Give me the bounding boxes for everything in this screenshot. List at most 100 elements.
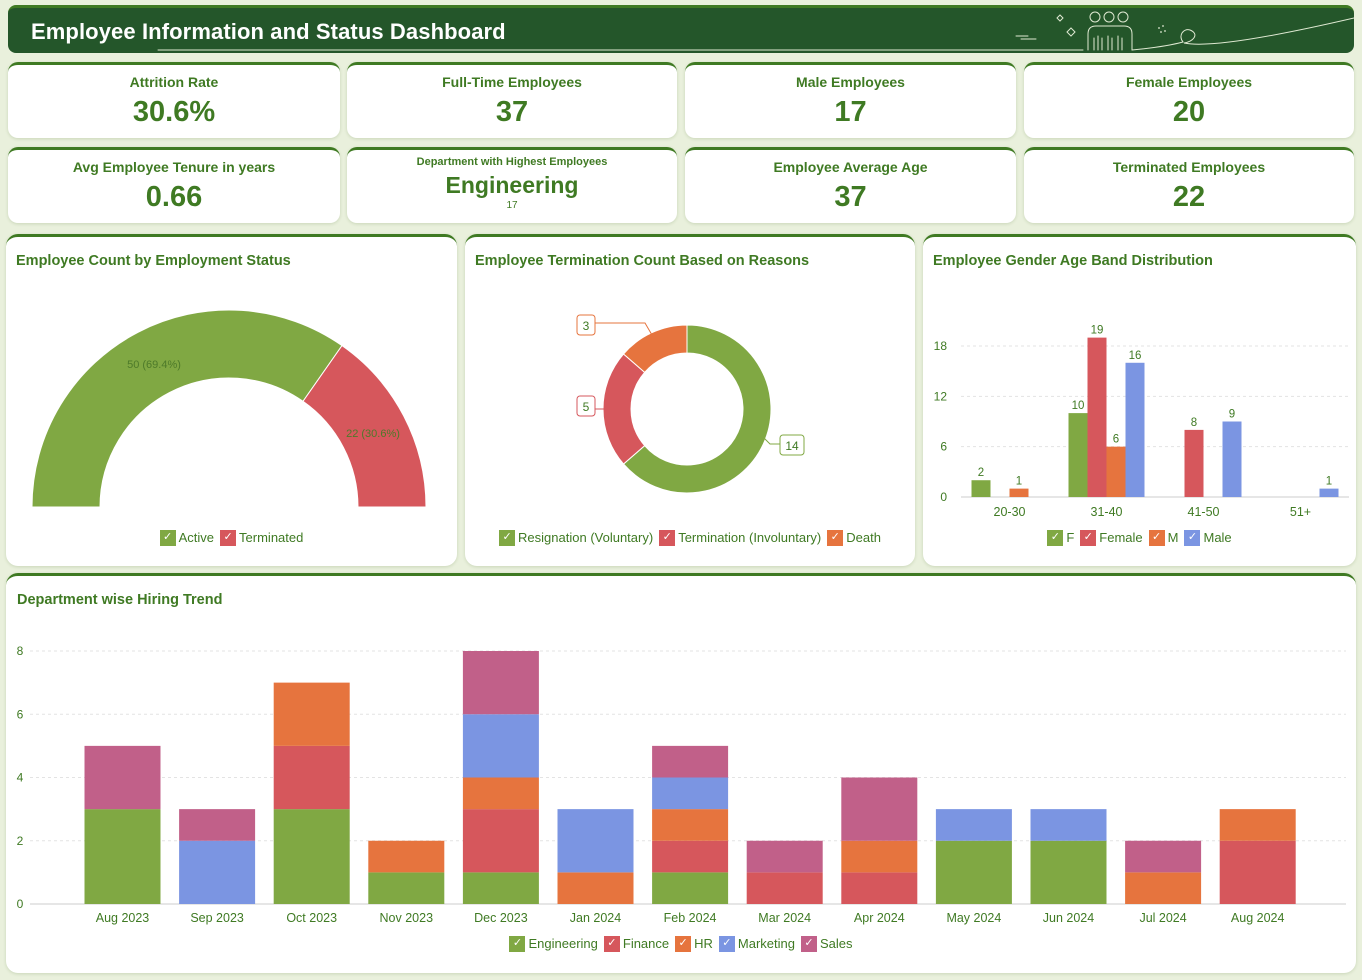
legend-item-death[interactable]: ✓ Death: [827, 529, 881, 546]
kpi-label: Female Employees: [1125, 74, 1253, 90]
legend-item-marketing[interactable]: ✓ Marketing: [718, 935, 795, 952]
data-label: 2: [978, 467, 984, 479]
x-tick-label: Jan 2024: [570, 911, 621, 925]
data-label: 50 (69.4%): [127, 359, 181, 371]
data-label: 1: [1016, 476, 1022, 488]
bar-f: [971, 480, 991, 497]
legend-item-finance[interactable]: ✓ Finance: [603, 935, 669, 952]
bar-segment-sales: [1125, 840, 1202, 873]
checkbox-icon[interactable]: ✓: [659, 529, 676, 546]
checkbox-icon[interactable]: ✓: [509, 935, 526, 952]
data-label: 5: [583, 400, 590, 414]
kpi-label: Terminated Employees: [1112, 159, 1266, 175]
legend-item-sales[interactable]: ✓ Sales: [800, 935, 853, 952]
bar-segment-hr: [1219, 809, 1296, 841]
checkbox-icon[interactable]: ✓: [827, 529, 844, 546]
gender-age-band-chart: 0 6 12 18 20-30 2 1 31-40 10 19 6 16 41-50 8 9 51+ 1: [934, 325, 1349, 519]
data-label: 8: [1191, 417, 1197, 429]
chart-legend: ✓ F ✓ Female ✓ M ✓ Male: [923, 528, 1356, 546]
legend-item-f[interactable]: ✓ F: [1047, 529, 1074, 546]
bar-segment-marketing: [1030, 809, 1107, 841]
kpi-avg-tenure: Avg Employee Tenure in years 0.66: [8, 147, 340, 223]
kpi-terminated-employees: Terminated Employees 22: [1024, 147, 1354, 223]
checkbox-icon[interactable]: ✓: [1184, 529, 1201, 546]
checkbox-icon[interactable]: ✓: [675, 935, 692, 952]
legend-label: Male: [1203, 530, 1232, 545]
legend-label: Engineering: [528, 936, 598, 951]
bar-segment-marketing: [462, 714, 539, 778]
kpi-male-employees: Male Employees 17: [685, 62, 1016, 138]
bar-segment-marketing: [935, 809, 1012, 841]
data-label: 16: [1129, 350, 1142, 362]
kpi-full-time-employees: Full-Time Employees 37: [347, 62, 677, 138]
bar-f: [1068, 413, 1088, 497]
kpi-label: Avg Employee Tenure in years: [72, 159, 276, 175]
legend-item-female[interactable]: ✓ Female: [1080, 529, 1143, 546]
legend-label: Termination (Involuntary): [678, 530, 822, 545]
dashboard-header: Employee Information and Status Dashboar…: [8, 5, 1354, 53]
y-tick-label: 12: [934, 389, 948, 403]
bar-segment-engineering: [652, 872, 729, 904]
bar-segment-hr: [841, 840, 918, 873]
bar-male: [1319, 488, 1339, 497]
y-tick-label: 6: [17, 707, 24, 721]
data-label: 1: [1326, 476, 1332, 488]
x-tick-label: Jun 2024: [1043, 911, 1094, 925]
legend-label: Female: [1099, 530, 1143, 545]
bar-segment-hr: [368, 840, 445, 873]
bar-segment-engineering: [935, 840, 1012, 904]
x-tick-label: 41-50: [1188, 505, 1220, 519]
legend-label: M: [1167, 530, 1179, 545]
bar-m: [1106, 446, 1126, 497]
bar-segment-finance: [1219, 840, 1296, 904]
legend-item-hr[interactable]: ✓ HR: [675, 935, 713, 952]
bar-male: [1125, 362, 1145, 497]
checkbox-icon[interactable]: ✓: [1047, 529, 1064, 546]
checkbox-icon[interactable]: ✓: [220, 529, 237, 546]
kpi-value: 22: [1172, 181, 1206, 213]
kpi-value: 37: [834, 181, 867, 213]
page-title: Employee Information and Status Dashboar…: [31, 19, 506, 44]
x-tick-label: 20-30: [994, 505, 1026, 519]
bar-male: [1222, 421, 1242, 497]
kpi-value: 0.66: [145, 181, 203, 213]
bar-m: [1009, 488, 1029, 497]
legend-item-resignation-voluntary[interactable]: ✓ Resignation (Voluntary): [499, 529, 653, 546]
bar-segment-finance: [462, 809, 539, 873]
bar-segment-engineering: [1030, 840, 1107, 904]
bar-segment-engineering: [368, 872, 445, 904]
checkbox-icon[interactable]: ✓: [1080, 529, 1097, 546]
legend-item-engineering[interactable]: ✓ Engineering: [509, 935, 598, 952]
data-label: 10: [1072, 400, 1085, 412]
x-tick-label: May 2024: [946, 911, 1001, 925]
y-tick-label: 2: [17, 834, 24, 848]
checkbox-icon[interactable]: ✓: [718, 935, 735, 952]
kpi-label: Attrition Rate: [129, 74, 219, 90]
legend-label: Marketing: [737, 936, 795, 951]
checkbox-icon[interactable]: ✓: [603, 935, 620, 952]
x-tick-label: Sep 2023: [190, 911, 244, 925]
checkbox-icon[interactable]: ✓: [159, 529, 176, 546]
legend-item-active[interactable]: ✓ Active: [159, 529, 214, 546]
legend-label: Terminated: [239, 530, 304, 545]
y-tick-label: 8: [17, 644, 24, 658]
kpi-label: Department with Highest Employees: [416, 156, 608, 168]
kpi-attrition-rate: Attrition Rate 30.6%: [8, 62, 340, 138]
x-tick-label: Nov 2023: [380, 911, 434, 925]
checkbox-icon[interactable]: ✓: [1148, 529, 1165, 546]
callout-line: [595, 322, 653, 336]
x-tick-label: Oct 2023: [286, 911, 337, 925]
legend-item-terminated[interactable]: ✓ Terminated: [220, 529, 304, 546]
checkbox-icon[interactable]: ✓: [800, 935, 817, 952]
legend-item-m[interactable]: ✓ M: [1148, 529, 1179, 546]
legend-item-termination-involuntary[interactable]: ✓ Termination (Involuntary): [659, 529, 822, 546]
data-label: 6: [1113, 434, 1119, 446]
y-tick-label: 4: [17, 771, 24, 785]
legend-item-male[interactable]: ✓ Male: [1184, 529, 1232, 546]
bar-segment-marketing: [557, 809, 634, 873]
bar-segment-marketing: [179, 840, 256, 904]
x-tick-label: 31-40: [1091, 505, 1123, 519]
slice-active: [31, 309, 343, 508]
kpi-female-employees: Female Employees 20: [1024, 62, 1354, 138]
checkbox-icon[interactable]: ✓: [499, 529, 516, 546]
